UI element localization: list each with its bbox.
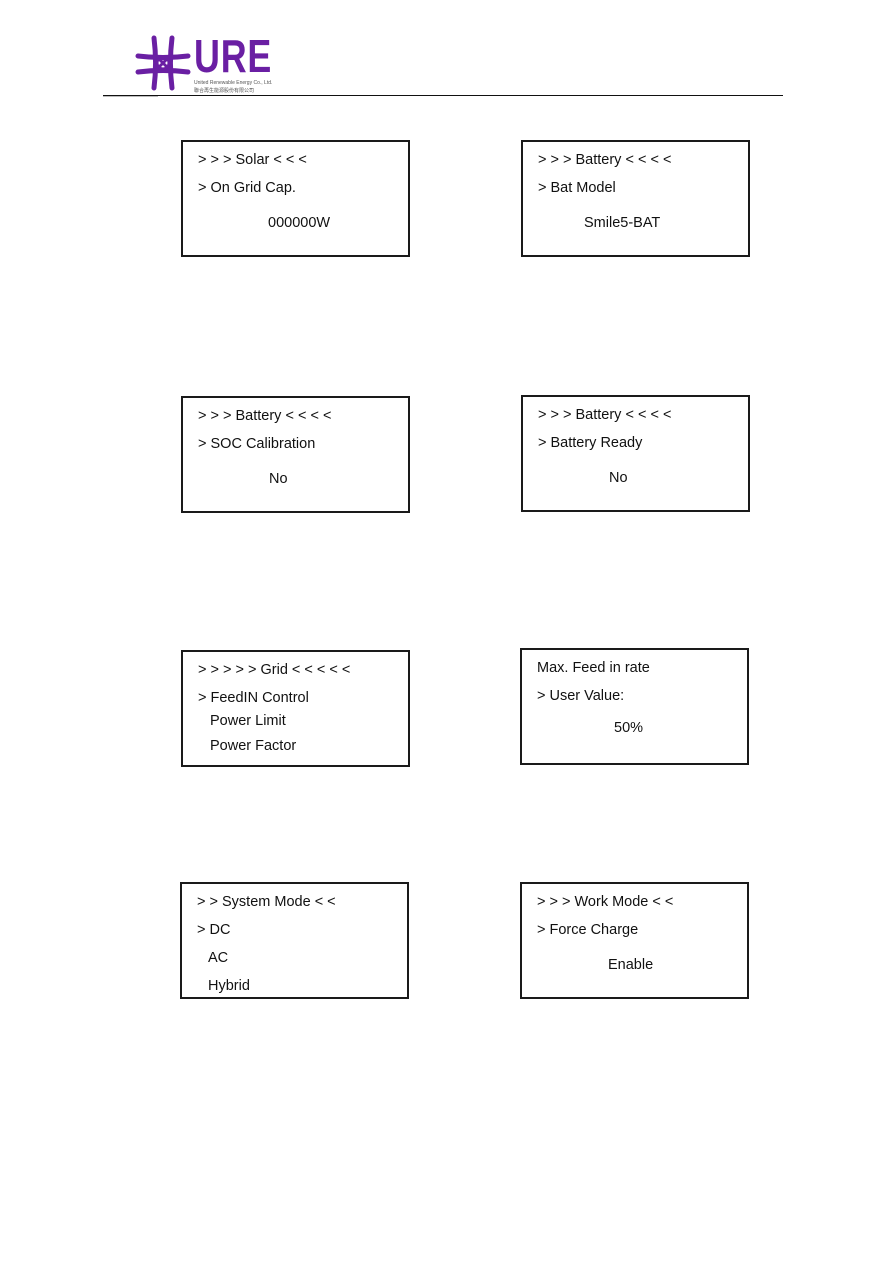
menu-item: Power Factor [210,738,297,754]
right-marker: < < < [273,152,307,168]
right-marker: < < < < [625,152,672,168]
screen-title: Solar [235,152,270,168]
left-marker: > > > [538,407,572,423]
screen-title: System Mode [222,894,311,910]
screen-header: > > > > > Grid < < < < < [198,662,393,678]
left-marker: > > [197,894,218,910]
left-marker: > > > [198,408,232,424]
menu-item-selected: > Battery Ready [538,435,643,451]
screen-heading: Max. Feed in rate [537,660,650,676]
right-marker: < < < < < [291,662,351,678]
lcd-screen-battery-model: > > > Battery < < < < > Bat Model Smile5… [521,140,750,257]
menu-item-selected: > FeedIN Control [198,690,309,706]
lcd-screen-work-mode: > > > Work Mode < < > Force Charge Enabl… [520,882,749,999]
company-logo: URE United Renewable Energy Co., Ltd. 聯合… [134,32,272,94]
menu-item-selected: > Force Charge [537,922,639,938]
screen-header: > > > Battery < < < < [538,407,733,423]
menu-item-selected: > User Value: [537,688,625,704]
menu-item: Power Limit [210,713,286,729]
screen-header: > > > Battery < < < < [198,408,393,424]
menu-item-selected: > On Grid Cap. [198,180,296,196]
menu-item-selected: > Bat Model [538,180,616,196]
lcd-screen-battery-ready: > > > Battery < < < < > Battery Ready No [521,395,750,512]
screen-value: No [269,471,288,487]
screen-header: > > > Solar < < < [198,152,393,168]
screen-header: > > > Battery < < < < [538,152,733,168]
left-marker: > > > > > [198,662,257,678]
screen-header: > > > Work Mode < < [537,894,732,910]
lcd-screen-battery-soc-calibration: > > > Battery < < < < > SOC Calibration … [181,396,410,513]
ure-logo-mark-icon [135,35,191,91]
screen-title: Work Mode [574,894,649,910]
screen-value: Smile5-BAT [584,215,661,231]
header-divider-shadow [103,96,158,97]
screen-title: Battery [235,408,282,424]
screen-value: Enable [608,957,654,973]
logo-subtitle-zh: 聯合再生能源股份有限公司 [194,88,255,94]
left-marker: > > > [538,152,572,168]
lcd-screen-max-feed-in-rate: Max. Feed in rate > User Value: 50% [520,648,749,765]
screen-value: No [609,470,628,486]
left-marker: > > > [537,894,571,910]
right-marker: < < [652,894,674,910]
menu-item: AC [208,950,229,966]
logo-wordmark: URE [194,30,273,82]
lcd-screen-system-mode: > > System Mode < < > DC AC Hybrid [180,882,409,999]
right-marker: < < < < [625,407,672,423]
logo-subtitle-en: United Renewable Energy Co., Ltd. [194,80,273,86]
screen-header: > > System Mode < < [197,894,392,910]
screen-title: Battery [575,407,622,423]
lcd-screen-grid-menu: > > > > > Grid < < < < < > FeedIN Contro… [181,650,410,767]
right-marker: < < [314,894,336,910]
screen-value: 000000W [268,215,331,231]
menu-item-selected: > SOC Calibration [198,436,316,452]
screen-title: Grid [260,662,288,678]
menu-item: Hybrid [208,978,250,994]
menu-item-selected: > DC [197,922,231,938]
screen-value: 50% [614,720,644,736]
lcd-screen-solar-on-grid-cap: > > > Solar < < < > On Grid Cap. 000000W [181,140,410,257]
header-divider [103,95,783,96]
right-marker: < < < < [285,408,332,424]
left-marker: > > > [198,152,232,168]
screen-title: Battery [575,152,622,168]
